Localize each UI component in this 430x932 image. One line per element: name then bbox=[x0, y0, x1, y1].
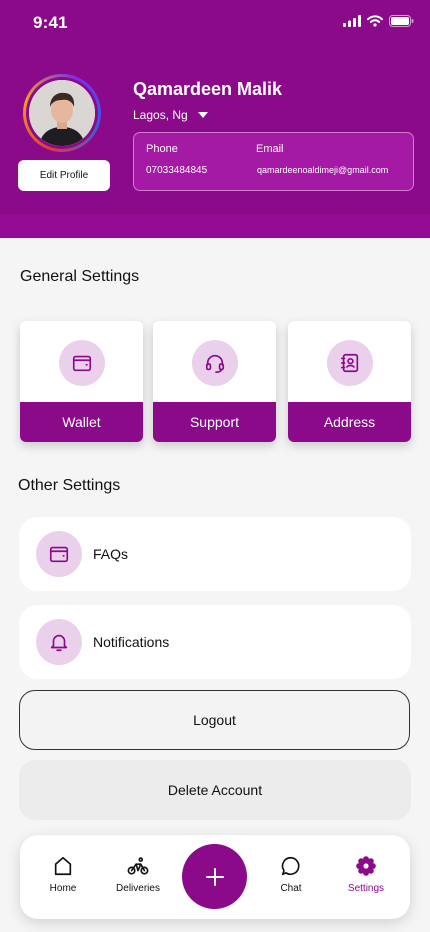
bell-icon bbox=[50, 634, 68, 652]
general-settings-title: General Settings bbox=[20, 268, 140, 285]
notifications-label: Notifications bbox=[93, 634, 170, 650]
other-settings-title: Other Settings bbox=[18, 477, 121, 494]
nav-deliveries[interactable]: Deliveries bbox=[103, 855, 173, 894]
email-value: qamardeenoaldimeji@gmail.com bbox=[257, 165, 389, 175]
wallet-icon bbox=[49, 546, 69, 563]
home-icon bbox=[54, 856, 72, 876]
wallet-card-label: Wallet bbox=[20, 402, 143, 442]
address-card-label: Address bbox=[288, 402, 411, 442]
user-name: Qamardeen Malik bbox=[133, 79, 283, 99]
battery-icon bbox=[389, 15, 414, 27]
wallet-icon bbox=[72, 355, 91, 372]
avatar[interactable] bbox=[29, 80, 95, 146]
wallet-card[interactable]: Wallet bbox=[20, 321, 143, 442]
cellular-signal-icon bbox=[343, 15, 361, 27]
status-time: 9:41 bbox=[33, 13, 68, 32]
nav-settings[interactable]: Settings bbox=[331, 855, 401, 894]
faqs-item[interactable]: FAQs bbox=[19, 517, 411, 591]
email-label: Email bbox=[256, 143, 284, 155]
bottom-nav: Home Deliveries Chat Settings bbox=[20, 835, 410, 919]
wifi-icon bbox=[367, 15, 383, 27]
phone-value: 07033484845 bbox=[146, 165, 208, 176]
status-icons bbox=[343, 15, 414, 27]
contact-info-box: Phone 07033484845 Email qamardeenoaldime… bbox=[133, 132, 414, 191]
header-bottom-strip bbox=[0, 214, 430, 238]
nav-settings-label: Settings bbox=[347, 883, 385, 894]
chat-icon bbox=[281, 856, 300, 876]
nav-chat-label: Chat bbox=[280, 883, 302, 894]
support-card[interactable]: Support bbox=[153, 321, 276, 442]
nav-home-label: Home bbox=[49, 883, 77, 894]
phone-label: Phone bbox=[146, 143, 178, 155]
location-dropdown[interactable]: Lagos, Ng bbox=[133, 108, 208, 122]
add-button[interactable] bbox=[182, 844, 247, 909]
plus-icon bbox=[205, 867, 224, 886]
logout-button[interactable]: Logout bbox=[19, 690, 410, 750]
bicycle-icon bbox=[127, 857, 149, 875]
nav-home[interactable]: Home bbox=[28, 855, 98, 894]
profile-photo bbox=[29, 80, 95, 146]
location-label: Lagos, Ng bbox=[133, 108, 188, 122]
faqs-label: FAQs bbox=[93, 546, 129, 562]
headset-icon bbox=[205, 354, 224, 373]
edit-profile-button[interactable]: Edit Profile bbox=[18, 160, 110, 191]
support-card-label: Support bbox=[153, 402, 276, 442]
notifications-item[interactable]: Notifications bbox=[19, 605, 411, 679]
status-bar: 9:41 bbox=[0, 0, 430, 44]
gear-icon bbox=[356, 856, 376, 876]
nav-chat[interactable]: Chat bbox=[256, 855, 326, 894]
nav-deliveries-label: Deliveries bbox=[116, 883, 160, 894]
delete-account-button[interactable]: Delete Account bbox=[19, 760, 411, 820]
avatar-ring bbox=[23, 74, 101, 152]
address-card[interactable]: Address bbox=[288, 321, 411, 442]
contact-book-icon bbox=[340, 353, 358, 373]
caret-down-icon bbox=[197, 112, 208, 118]
